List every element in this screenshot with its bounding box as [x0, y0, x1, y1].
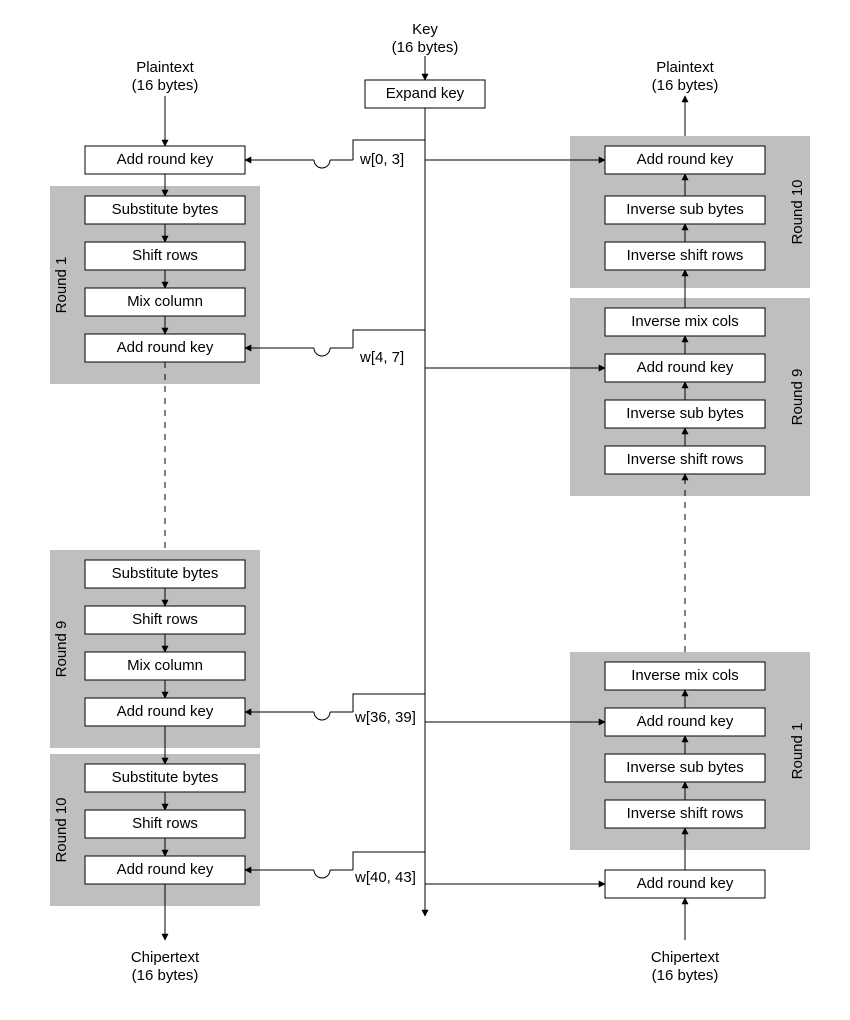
w0-label: w[0, 3]: [359, 151, 404, 168]
right-ciphertext-title: Chipertext: [651, 949, 720, 966]
right-round9-label: Round 9: [789, 369, 806, 426]
left-ciphertext-title: Chipertext: [131, 949, 200, 966]
svg-text:Inverse sub bytes: Inverse sub bytes: [626, 405, 744, 422]
svg-text:Inverse shift rows: Inverse shift rows: [627, 451, 744, 468]
left-round1-label: Round 1: [53, 257, 70, 314]
w2-label: w[36, 39]: [354, 709, 416, 726]
left-plaintext-subtitle: (16 bytes): [132, 77, 199, 94]
w1-label: w[4, 7]: [359, 349, 404, 366]
right-ciphertext-subtitle: (16 bytes): [652, 967, 719, 984]
svg-text:Inverse shift rows: Inverse shift rows: [627, 247, 744, 264]
key-subtitle: (16 bytes): [392, 39, 459, 56]
svg-text:Inverse sub bytes: Inverse sub bytes: [626, 759, 744, 776]
svg-text:Add round key: Add round key: [637, 713, 734, 730]
right-plaintext-subtitle: (16 bytes): [652, 77, 719, 94]
svg-text:Substitute bytes: Substitute bytes: [112, 565, 219, 582]
key-title: Key: [412, 21, 438, 38]
svg-text:Substitute bytes: Substitute bytes: [112, 769, 219, 786]
svg-text:Shift rows: Shift rows: [132, 815, 198, 832]
right-round1-label: Round 1: [789, 723, 806, 780]
svg-text:Add round key: Add round key: [117, 339, 214, 356]
svg-text:Add round key: Add round key: [637, 151, 734, 168]
svg-text:Shift rows: Shift rows: [132, 611, 198, 628]
svg-text:Add round key: Add round key: [117, 703, 214, 720]
svg-text:Inverse sub bytes: Inverse sub bytes: [626, 201, 744, 218]
svg-text:Add round key: Add round key: [637, 875, 734, 892]
svg-text:Inverse mix cols: Inverse mix cols: [631, 667, 739, 684]
left-plaintext-title: Plaintext: [136, 59, 194, 76]
svg-text:Inverse mix cols: Inverse mix cols: [631, 313, 739, 330]
w3-label: w[40, 43]: [354, 869, 416, 886]
svg-text:Mix column: Mix column: [127, 293, 203, 310]
left-initial-add-label: Add round key: [117, 151, 214, 168]
svg-text:Inverse shift rows: Inverse shift rows: [627, 805, 744, 822]
left-round9-label: Round 9: [53, 621, 70, 678]
aes-diagram: Key (16 bytes) Expand key Plaintext (16 …: [0, 0, 850, 1020]
expand-key-label: Expand key: [386, 85, 465, 102]
left-ciphertext-subtitle: (16 bytes): [132, 967, 199, 984]
svg-text:Add round key: Add round key: [117, 861, 214, 878]
svg-text:Mix column: Mix column: [127, 657, 203, 674]
svg-text:Add round key: Add round key: [637, 359, 734, 376]
left-round10-label: Round 10: [53, 797, 70, 862]
svg-text:Substitute bytes: Substitute bytes: [112, 201, 219, 218]
right-plaintext-title: Plaintext: [656, 59, 714, 76]
svg-text:Shift rows: Shift rows: [132, 247, 198, 264]
right-round10-label: Round 10: [789, 179, 806, 244]
